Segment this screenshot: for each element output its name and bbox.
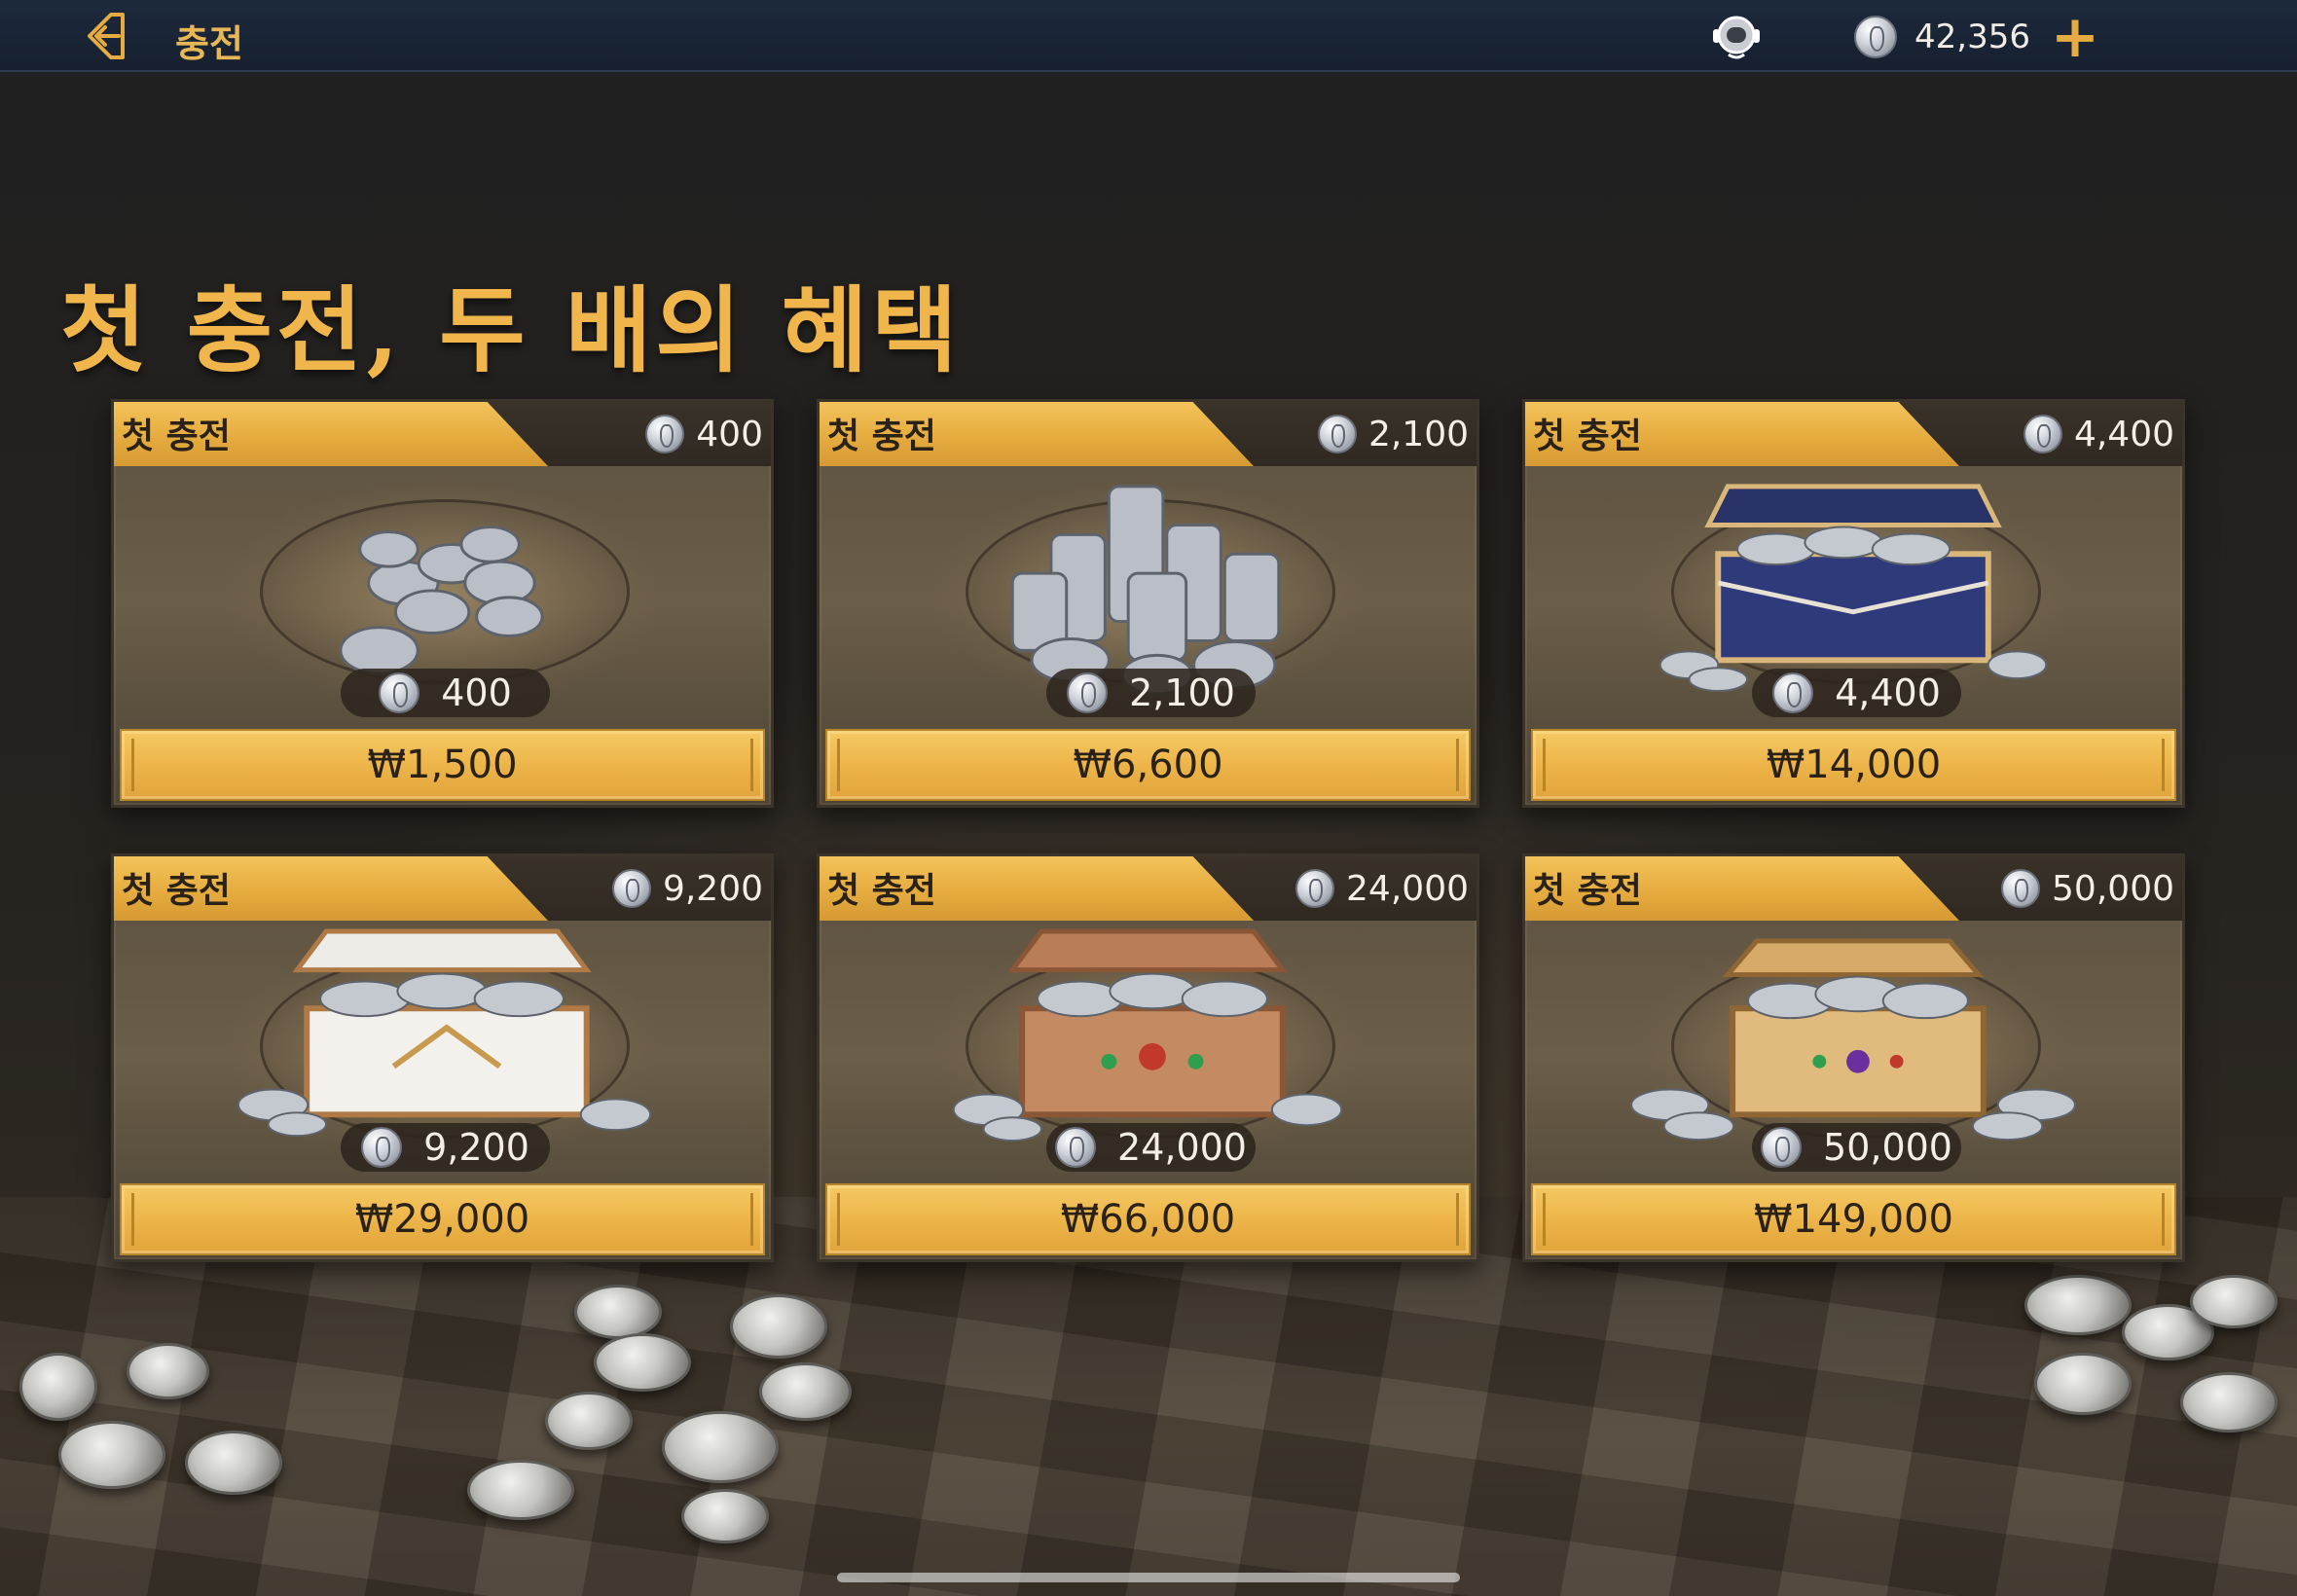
ribbon-label: 첫 충전: [827, 870, 936, 911]
buy-button[interactable]: ₩14,000: [1531, 729, 2176, 801]
top-bar: 충전 42,356 +: [0, 0, 2297, 72]
header-amount-value: 9,200: [662, 868, 763, 909]
header-amount: 50,000: [2001, 866, 2174, 911]
amount-badge: 400: [341, 669, 550, 717]
ribbon-label: 첫 충전: [122, 416, 231, 456]
ribbon-label: 첫 충전: [827, 416, 936, 456]
amount-badge: 50,000: [1752, 1123, 1961, 1172]
header-amount-value: 50,000: [2052, 868, 2174, 909]
silver-coin-icon: [361, 1127, 403, 1168]
amount-badge: 2,100: [1046, 669, 1256, 717]
product-card[interactable]: 첫 충전 24,000 24,000 ₩66,000: [817, 853, 1479, 1262]
silver-coin-icon: [1055, 1127, 1097, 1168]
small-coin-pile-image: [339, 526, 544, 675]
bronze-chest-image: [952, 928, 1343, 1143]
silver-coin-icon: [1854, 16, 1897, 58]
product-card[interactable]: 첫 충전 4,400 4,400 ₩14,000: [1522, 399, 2185, 808]
header-amount: 2,100: [1317, 412, 1469, 456]
amount-badge: 4,400: [1752, 669, 1961, 717]
header-amount: 24,000: [1295, 866, 1469, 911]
first-charge-ribbon: 첫 충전: [114, 402, 548, 466]
silver-coin-icon: [645, 415, 685, 453]
back-arrow-icon: [88, 13, 125, 59]
product-card[interactable]: 첫 충전 400 400 ₩1,500: [111, 399, 774, 808]
product-card[interactable]: 첫 충전 9,200 9,200 ₩29,000: [111, 853, 774, 1262]
headset-icon: [1713, 16, 1760, 59]
header-amount: 4,400: [2023, 412, 2174, 456]
first-charge-ribbon: 첫 충전: [820, 402, 1254, 466]
silver-coin-icon: [2023, 415, 2062, 453]
silver-coin-icon: [379, 672, 420, 713]
first-charge-ribbon: 첫 충전: [820, 856, 1254, 921]
ribbon-label: 첫 충전: [122, 870, 231, 911]
silver-coin-icon: [1317, 415, 1357, 453]
silver-coin-icon: [1772, 672, 1814, 713]
promo-headline: 첫 충전, 두 배의 혜택: [60, 275, 962, 385]
product-card[interactable]: 첫 충전 50,000 50,000 ₩149,000: [1522, 853, 2185, 1262]
silver-coin-icon: [611, 869, 651, 908]
header-amount-value: 2,100: [1367, 414, 1469, 454]
first-charge-ribbon: 첫 충전: [114, 856, 548, 921]
amount-badge: 24,000: [1046, 1123, 1256, 1172]
blue-chest-image: [1659, 484, 2048, 693]
coin-stacks-image: [1010, 485, 1281, 696]
buy-button[interactable]: ₩6,600: [825, 729, 1471, 801]
currency-balance: 42,356 +: [1854, 8, 2102, 66]
white-chest-image: [237, 928, 652, 1138]
header-amount: 400: [645, 412, 763, 456]
amount-value: 400: [441, 671, 512, 714]
first-charge-ribbon: 첫 충전: [1525, 402, 1959, 466]
header-amount-value: 4,400: [2073, 414, 2174, 454]
back-button[interactable]: [74, 8, 136, 64]
home-indicator[interactable]: [837, 1573, 1460, 1582]
header-amount-value: 400: [696, 414, 763, 454]
product-card[interactable]: 첫 충전 2,100 2,100 ₩6,600: [817, 399, 1479, 808]
amount-value: 24,000: [1117, 1126, 1247, 1169]
first-charge-ribbon: 첫 충전: [1525, 856, 1959, 921]
buy-button[interactable]: ₩29,000: [120, 1183, 765, 1255]
amount-badge: 9,200: [341, 1123, 550, 1172]
buy-button[interactable]: ₩1,500: [120, 729, 765, 801]
amount-value: 9,200: [423, 1126, 529, 1169]
support-button[interactable]: [1705, 10, 1768, 64]
header-amount: 9,200: [611, 866, 763, 911]
page-title: 충전: [175, 21, 243, 65]
silver-coin-icon: [2001, 869, 2041, 908]
amount-value: 50,000: [1823, 1126, 1952, 1169]
silver-coin-icon: [1295, 869, 1335, 908]
ribbon-label: 첫 충전: [1533, 416, 1642, 456]
balance-value: 42,356: [1914, 18, 2030, 56]
header-amount-value: 24,000: [1346, 868, 1469, 909]
buy-button[interactable]: ₩149,000: [1531, 1183, 2176, 1255]
ribbon-label: 첫 충전: [1533, 870, 1642, 911]
add-currency-button[interactable]: +: [2048, 8, 2102, 66]
gold-chest-image: [1630, 938, 2076, 1142]
silver-coin-icon: [1761, 1127, 1803, 1168]
buy-button[interactable]: ₩66,000: [825, 1183, 1471, 1255]
amount-value: 4,400: [1835, 671, 1941, 714]
silver-coin-icon: [1067, 672, 1109, 713]
amount-value: 2,100: [1129, 671, 1235, 714]
